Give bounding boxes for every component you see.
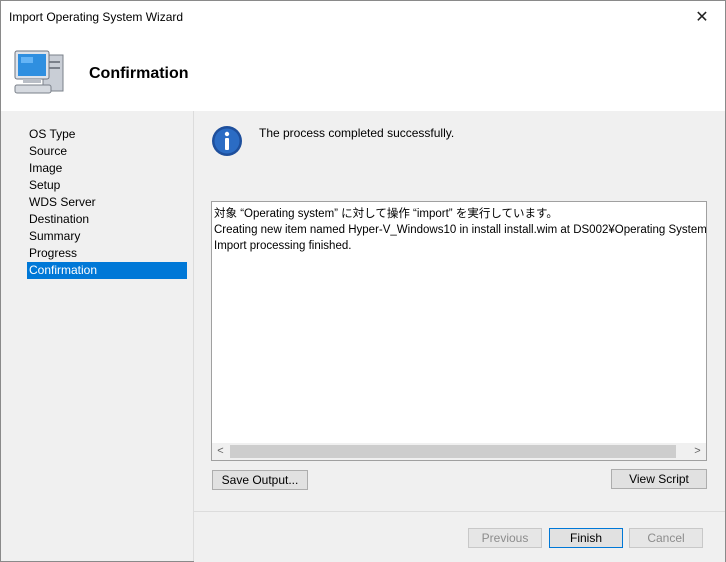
save-output-button[interactable]: Save Output... [212, 470, 308, 490]
previous-button[interactable]: Previous [468, 528, 542, 548]
scroll-left-icon[interactable]: < [212, 443, 229, 460]
close-icon: ✕ [695, 9, 709, 26]
output-line: Import processing finished. [214, 240, 352, 252]
wizard-step-progress: Progress [29, 246, 78, 260]
wizard-footer: Previous Finish Cancel [194, 511, 725, 562]
wizard-step-os-type: OS Type [29, 127, 76, 141]
info-icon [212, 126, 242, 156]
output-line: Creating new item named Hyper-V_Windows1… [214, 224, 707, 236]
wizard-step-wds-server: WDS Server [29, 195, 96, 209]
main-panel: The process completed successfully. 対象 “… [194, 111, 725, 511]
wizard-step-source: Source [29, 144, 68, 158]
view-script-button[interactable]: View Script [611, 469, 707, 489]
page-title: Confirmation [89, 65, 189, 82]
wizard-step-image: Image [29, 161, 63, 175]
wizard-header: Confirmation [1, 33, 725, 111]
output-log[interactable]: 対象 “Operating system” に対して操作 “import” を実… [211, 201, 707, 461]
scrollbar-thumb[interactable] [230, 445, 676, 458]
wizard-step-setup: Setup [29, 178, 61, 192]
close-button[interactable]: ✕ [679, 1, 725, 33]
wizard-step-destination: Destination [29, 212, 90, 226]
wizard-window: Import Operating System Wizard ✕ Confirm… [0, 0, 726, 562]
output-line: 対象 “Operating system” に対して操作 “import” を実… [214, 208, 558, 220]
finish-button[interactable]: Finish [549, 528, 623, 548]
wizard-step-summary: Summary [29, 229, 81, 243]
window-title: Import Operating System Wizard [9, 10, 184, 24]
horizontal-scrollbar[interactable]: < > [212, 443, 706, 460]
wizard-steps-sidebar: OS Type Source Image Setup WDS Server Destina… [1, 111, 194, 561]
cancel-button[interactable]: Cancel [629, 528, 703, 548]
wizard-step-confirmation: Confirmation [27, 262, 187, 279]
title-bar: Import Operating System Wizard ✕ [1, 1, 725, 33]
computer-icon [14, 50, 64, 94]
status-message: The process completed successfully. [259, 126, 455, 140]
scroll-right-icon[interactable]: > [689, 443, 706, 460]
